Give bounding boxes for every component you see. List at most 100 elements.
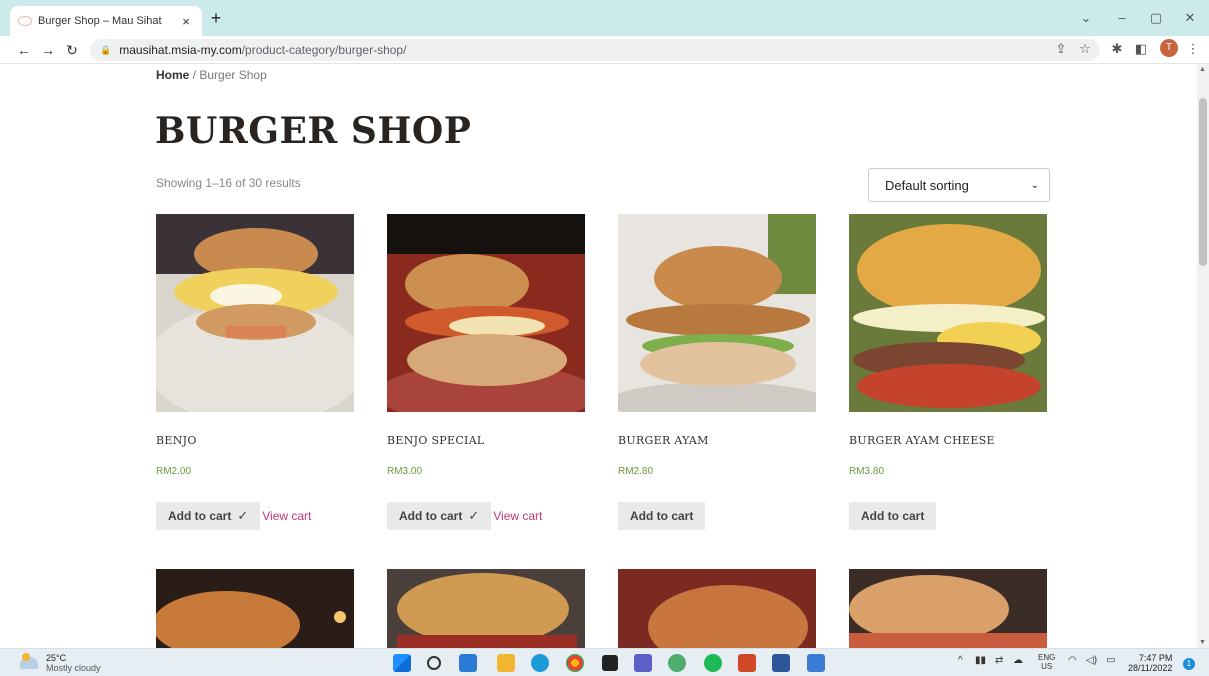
product-name[interactable]: BURGER AYAM CHEESE: [849, 434, 995, 447]
restore-icon[interactable]: ▢: [1146, 10, 1166, 26]
product-image[interactable]: [387, 569, 585, 648]
tab-close-icon[interactable]: ×: [178, 14, 194, 29]
page-scrollbar[interactable]: ▲ ▼: [1197, 64, 1209, 648]
product-price: RM3.00: [387, 466, 423, 477]
spotify-icon[interactable]: [704, 654, 722, 672]
url-bar[interactable]: 🔒 mausihat.msia-my.com/product-category/…: [90, 39, 1100, 61]
reload-icon[interactable]: ↻: [62, 40, 82, 60]
meet-icon[interactable]: ▮▮: [975, 655, 986, 666]
product-price: RM2.00: [156, 466, 192, 477]
sync-icon[interactable]: ⇄: [995, 655, 1003, 666]
add-to-cart-button[interactable]: Add to cart ✓: [156, 502, 261, 530]
weather-condition: Mostly cloudy: [46, 663, 101, 673]
word-icon[interactable]: [772, 654, 790, 672]
tab-title: Burger Shop – Mau Sihat: [38, 15, 162, 27]
address-toolbar: ← → ↻ 🔒 mausihat.msia-my.com/product-cat…: [0, 36, 1209, 64]
page-title: BURGER SHOP: [155, 110, 472, 152]
product-name[interactable]: BENJO: [156, 434, 197, 447]
language-indicator[interactable]: ENG US: [1038, 653, 1055, 671]
chevron-up-icon[interactable]: ^: [958, 655, 963, 666]
taskbar: 25°C Mostly cloudy ^ ▮▮ ⇄ ☁ ENG US ◠ ◁) ▭…: [0, 648, 1209, 676]
add-to-cart-button[interactable]: Add to cart: [618, 502, 706, 530]
product-card: [849, 569, 1047, 648]
checkmark-icon: ✓: [237, 508, 249, 523]
search-icon[interactable]: [427, 656, 441, 670]
new-tab-button[interactable]: +: [206, 8, 226, 28]
product-image[interactable]: [387, 214, 585, 412]
weather-widget[interactable]: 25°C Mostly cloudy: [20, 653, 101, 673]
breadcrumb-separator: /: [189, 68, 200, 82]
sticky-notes-icon[interactable]: [602, 655, 618, 671]
product-price: RM2.80: [618, 466, 654, 477]
powerpoint-icon[interactable]: [738, 654, 756, 672]
add-to-cart-label: Add to cart: [630, 509, 694, 523]
language-code: ENG: [1038, 653, 1056, 662]
forward-icon[interactable]: →: [38, 40, 58, 60]
view-cart-link[interactable]: View cart: [262, 509, 311, 523]
browser-tab[interactable]: Burger Shop – Mau Sihat ×: [10, 6, 202, 36]
system-clock[interactable]: 7:47 PM 28/11/2022: [1128, 653, 1172, 673]
weather-temperature: 25°C: [46, 653, 67, 663]
add-to-cart-label: Add to cart: [861, 509, 925, 523]
product-card: BENJO RM2.00 Add to cart ✓ View cart: [156, 214, 354, 530]
cloud-icon[interactable]: ☁: [1013, 655, 1023, 666]
partly-cloudy-icon: [20, 653, 38, 669]
url-path: /product-category/burger-shop/: [241, 43, 407, 57]
product-image[interactable]: [618, 569, 816, 648]
add-to-cart-label: Add to cart: [168, 509, 232, 523]
scrollbar-thumb[interactable]: [1199, 98, 1207, 266]
minimize-icon[interactable]: –: [1112, 10, 1132, 25]
product-card: [387, 569, 585, 648]
add-to-cart-button[interactable]: Add to cart ✓: [387, 502, 492, 530]
product-price: RM3.80: [849, 466, 885, 477]
windows-start-icon[interactable]: [393, 654, 411, 672]
product-image[interactable]: [849, 569, 1047, 648]
product-card: BENJO SPECIAL RM3.00 Add to cart ✓ View …: [387, 214, 585, 530]
file-explorer-icon[interactable]: [497, 654, 515, 672]
product-image[interactable]: [156, 569, 354, 648]
chrome-browser-icon[interactable]: [566, 654, 584, 672]
breadcrumb: Home / Burger Shop: [156, 68, 267, 82]
close-window-icon[interactable]: ✕: [1180, 10, 1200, 26]
extensions-puzzle-icon[interactable]: ✱: [1108, 41, 1126, 57]
scroll-down-icon[interactable]: ▼: [1199, 639, 1206, 646]
product-image[interactable]: [849, 214, 1047, 412]
site-favicon-icon: [18, 16, 32, 26]
menu-kebab-icon[interactable]: ⋮: [1184, 41, 1202, 57]
browser-tab-bar: Burger Shop – Mau Sihat × + ⌄ – ▢ ✕: [0, 0, 1209, 36]
chevron-down-icon: ⌄: [1030, 179, 1039, 191]
battery-icon[interactable]: ▭: [1106, 655, 1115, 666]
product-name[interactable]: BURGER AYAM: [618, 434, 709, 447]
product-image[interactable]: [618, 214, 816, 412]
lock-icon: 🔒: [100, 44, 112, 55]
side-panel-icon[interactable]: ◧: [1132, 41, 1150, 57]
edge-browser-icon[interactable]: [531, 654, 549, 672]
chat-app-icon[interactable]: [668, 654, 686, 672]
scroll-up-icon[interactable]: ▲: [1199, 66, 1206, 73]
photos-icon[interactable]: [807, 654, 825, 672]
add-to-cart-label: Add to cart: [399, 509, 463, 523]
notification-badge[interactable]: 1: [1183, 658, 1195, 670]
clock-time: 7:47 PM: [1138, 653, 1173, 663]
tab-search-chevron-icon[interactable]: ⌄: [1076, 10, 1096, 26]
profile-avatar[interactable]: T: [1160, 39, 1178, 57]
volume-icon[interactable]: ◁): [1086, 655, 1097, 666]
product-card: BURGER AYAM RM2.80 Add to cart: [618, 214, 816, 530]
product-image[interactable]: [156, 214, 354, 412]
product-card: [618, 569, 816, 648]
view-cart-link[interactable]: View cart: [493, 509, 542, 523]
wifi-icon[interactable]: ◠: [1068, 655, 1077, 666]
breadcrumb-current: Burger Shop: [199, 68, 267, 82]
url-host: mausihat.msia-my.com: [119, 43, 242, 57]
add-to-cart-button[interactable]: Add to cart: [849, 502, 937, 530]
share-icon[interactable]: ⇪: [1052, 41, 1070, 57]
product-name[interactable]: BENJO SPECIAL: [387, 434, 485, 447]
bookmark-star-icon[interactable]: ☆: [1076, 41, 1094, 57]
product-card: [156, 569, 354, 648]
back-icon[interactable]: ←: [14, 40, 34, 60]
sorting-select[interactable]: Default sorting ⌄: [868, 168, 1050, 202]
calendar-app-icon[interactable]: [459, 654, 477, 672]
teams-icon[interactable]: [634, 654, 652, 672]
checkmark-icon: ✓: [468, 508, 480, 523]
breadcrumb-home-link[interactable]: Home: [156, 68, 189, 82]
